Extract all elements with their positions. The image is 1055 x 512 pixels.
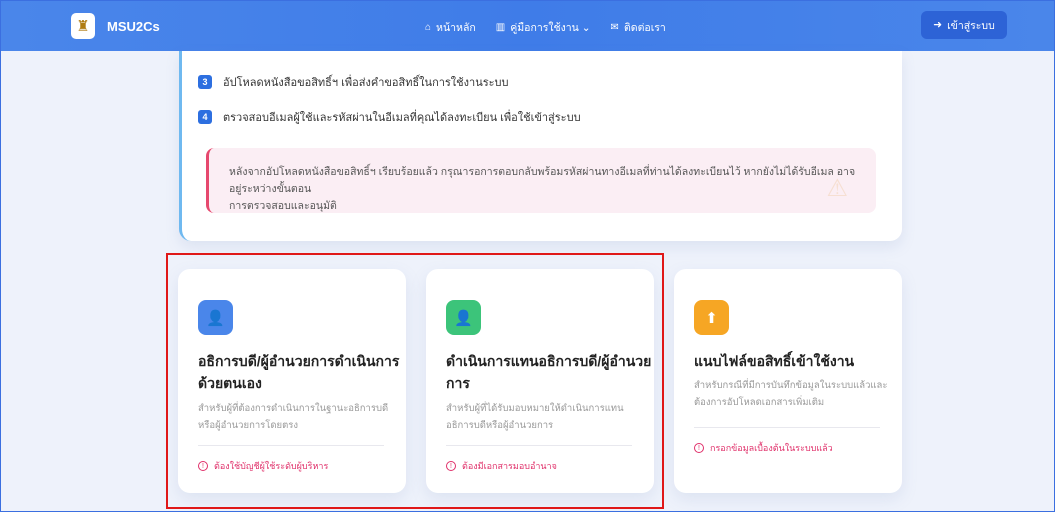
brand[interactable]: ♜ MSU2Cs <box>71 13 160 39</box>
selection-highlight-box <box>166 253 664 509</box>
brand-name: MSU2Cs <box>107 18 160 34</box>
nav-home-label: หน้าหลัก <box>436 22 476 34</box>
nav-home[interactable]: ⌂ หน้าหลัก <box>425 19 476 36</box>
card-desc-line2: ต้องการอัปโหลดเอกสารเพิ่มเติม <box>694 397 825 409</box>
file-upload-icon: ⬆ <box>694 300 729 335</box>
steps-panel: 3 อัปโหลดหนังสือขอสิทธิ์ฯ เพื่อส่งคำขอสิ… <box>179 51 902 241</box>
step-item: 3 อัปโหลดหนังสือขอสิทธิ์ฯ เพื่อส่งคำขอสิ… <box>198 73 509 91</box>
nav-manual-label: คู่มือการใช้งาน ⌄ <box>510 22 591 34</box>
card-divider <box>694 427 880 428</box>
step-number: 4 <box>198 110 212 124</box>
card-desc-line1: สำหรับกรณีที่มีการบันทึกข้อมูลในระบบแล้ว… <box>694 380 888 391</box>
step-text: ตรวจสอบอีเมลผู้ใช้และรหัสผ่านในอีเมลที่ค… <box>223 112 581 124</box>
card-title: แนบไฟล์ขอสิทธิ์เข้าใช้งาน <box>694 351 854 373</box>
login-icon: ➜ <box>933 19 943 31</box>
top-navbar: ♜ MSU2Cs ⌂ หน้าหลัก ▥ คู่มือการใช้งาน ⌄ … <box>1 1 1054 51</box>
step-text: อัปโหลดหนังสือขอสิทธิ์ฯ เพื่อส่งคำขอสิทธ… <box>223 77 509 89</box>
option-card-attach-file[interactable]: ⬆ แนบไฟล์ขอสิทธิ์เข้าใช้งาน สำหรับกรณีที… <box>674 269 902 493</box>
step-item: 4 ตรวจสอบอีเมลผู้ใช้และรหัสผ่านในอีเมลที… <box>198 108 581 126</box>
home-icon: ⌂ <box>425 22 432 33</box>
step-number: 3 <box>198 75 212 89</box>
notice-text-line2: การตรวจสอบและอนุมัติ <box>229 199 337 212</box>
book-icon: ▥ <box>495 22 506 33</box>
card-description: สำหรับกรณีที่มีการบันทึกข้อมูลในระบบแล้ว… <box>694 377 887 411</box>
notice-alert: หลังจากอัปโหลดหนังสือขอสิทธิ์ฯ เรียบร้อย… <box>206 148 876 213</box>
nav-manual-dropdown[interactable]: ▥ คู่มือการใช้งาน ⌄ <box>496 19 591 36</box>
notice-text-line1: หลังจากอัปโหลดหนังสือขอสิทธิ์ฯ เรียบร้อย… <box>229 166 856 195</box>
login-label: เข้าสู่ระบบ <box>947 19 995 32</box>
alert-circle-icon: ! <box>694 443 704 453</box>
nav-contact-label: ติดต่อเรา <box>623 22 666 34</box>
card-title-line1: แนบไฟล์ขอสิทธิ์เข้าใช้งาน <box>694 353 855 369</box>
card-requirement: ! กรอกข้อมูลเบื้องต้นในระบบแล้ว <box>694 441 833 455</box>
university-logo-icon: ♜ <box>71 13 95 39</box>
warning-icon: ⚠ <box>826 175 848 202</box>
nav-contact[interactable]: ✉ ติดต่อเรา <box>611 19 666 36</box>
nav-links: ⌂ หน้าหลัก ▥ คู่มือการใช้งาน ⌄ ✉ ติดต่อเ… <box>425 19 666 36</box>
login-button[interactable]: ➜ เข้าสู่ระบบ <box>921 11 1007 39</box>
card-note-text: กรอกข้อมูลเบื้องต้นในระบบแล้ว <box>710 443 833 453</box>
mail-icon: ✉ <box>610 22 619 33</box>
